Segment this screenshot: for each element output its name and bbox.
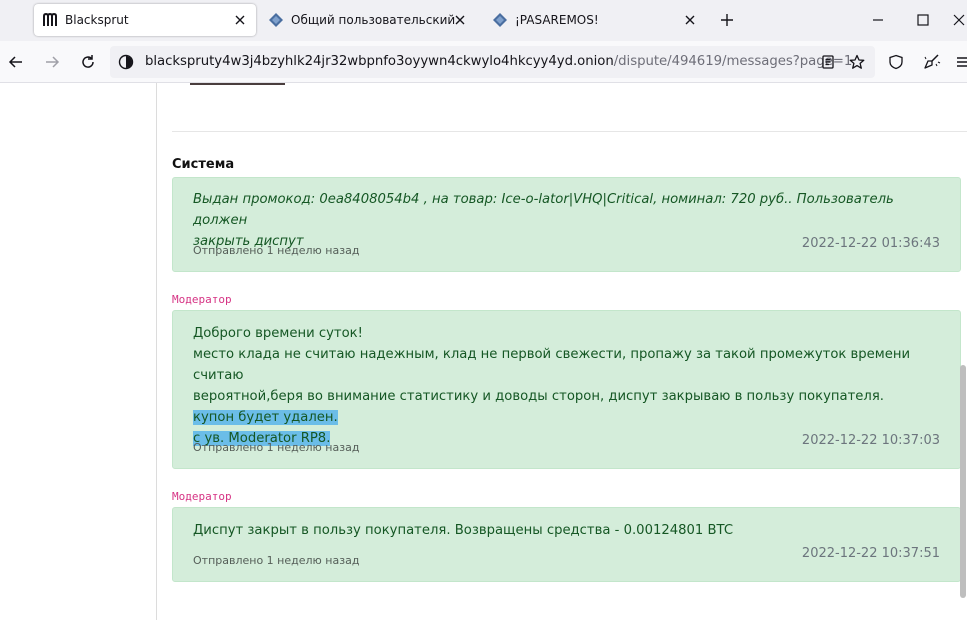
tab-pasaremos[interactable]: ¡PASAREMOS! <box>484 4 706 36</box>
bookmark-star-icon[interactable] <box>848 53 866 71</box>
selected-text: купон будет удален. <box>193 410 338 425</box>
message-line: Выдан промокод: 0ea8408054b4 , на товар:… <box>193 192 894 228</box>
tab-close-icon[interactable] <box>452 12 468 28</box>
close-window-button[interactable] <box>950 8 967 32</box>
reader-view-icon[interactable] <box>819 53 837 71</box>
tab-title: Общий пользовательский чат <box>291 13 459 27</box>
message-card: Доброго времени суток! место клада не сч… <box>172 310 961 469</box>
minimize-button[interactable] <box>866 8 890 32</box>
forward-button[interactable] <box>40 50 64 74</box>
message-line: Доброго времени суток! <box>193 326 363 341</box>
maximize-button[interactable] <box>911 8 935 32</box>
address-bar[interactable]: blackspruty4w3j4bzyhlk24jr32wbpnfo3oyywn… <box>110 46 875 78</box>
url-domain: blackspruty4w3j4bzyhlk24jr32wbpnfo3oyywn… <box>145 54 614 69</box>
navigation-bar: blackspruty4w3j4bzyhlk24jr32wbpnfo3oyywn… <box>0 41 967 83</box>
tab-title: ¡PASAREMOS! <box>515 13 599 27</box>
sidebar-border <box>156 83 157 620</box>
message-author: Система <box>172 157 235 172</box>
message-sent-time: Отправлено 1 неделю назад <box>193 244 360 257</box>
onion-site-icon[interactable] <box>118 54 134 70</box>
diamond-icon <box>492 12 508 28</box>
diamond-icon <box>268 12 284 28</box>
section-divider <box>172 131 967 132</box>
tab-general-chat[interactable]: Общий пользовательский чат <box>260 4 476 36</box>
message-author: Модератор <box>172 293 232 306</box>
url-text[interactable]: blackspruty4w3j4bzyhlk24jr32wbpnfo3oyywn… <box>145 54 852 69</box>
back-button[interactable] <box>4 50 28 74</box>
message-sent-time: Отправлено 1 неделю назад <box>193 441 360 454</box>
message-line: Диспут закрыт в пользу покупателя. Возвр… <box>193 523 734 538</box>
message-body: Диспут закрыт в пользу покупателя. Возвр… <box>193 520 943 541</box>
tab-strip: Blacksprut Общий пользовательский чат ¡P… <box>0 0 967 41</box>
message-line: вероятной,беря во внимание статистику и … <box>193 389 884 404</box>
tab-close-icon[interactable] <box>682 12 698 28</box>
message-card: Выдан промокод: 0ea8408054b4 , на товар:… <box>172 177 961 272</box>
blacksprut-logo-icon <box>42 12 58 28</box>
tab-close-icon[interactable] <box>232 12 248 28</box>
menu-icon[interactable] <box>955 50 967 74</box>
message-date: 2022-12-22 10:37:51 <box>801 546 940 561</box>
reload-button[interactable] <box>76 50 100 74</box>
message-body: Доброго времени суток! место клада не сч… <box>193 323 943 449</box>
page-scrollbar[interactable] <box>960 365 966 598</box>
message-card: Диспут закрыт в пользу покупателя. Возвр… <box>172 507 961 582</box>
shield-icon[interactable] <box>884 50 908 74</box>
message-line: место клада не считаю надежным, клад не … <box>193 347 911 383</box>
new-tab-button[interactable] <box>717 10 737 30</box>
message-date: 2022-12-22 01:36:43 <box>801 236 940 251</box>
message-date: 2022-12-22 10:37:03 <box>801 433 940 448</box>
broom-icon[interactable] <box>920 50 944 74</box>
tab-blacksprut[interactable]: Blacksprut <box>34 4 256 36</box>
message-author: Модератор <box>172 490 232 503</box>
attachment-image <box>190 83 285 85</box>
url-path: /dispute/494619/messages?page=1 <box>613 54 853 69</box>
message-sent-time: Отправлено 1 неделю назад <box>193 554 360 567</box>
tab-title: Blacksprut <box>65 13 129 27</box>
